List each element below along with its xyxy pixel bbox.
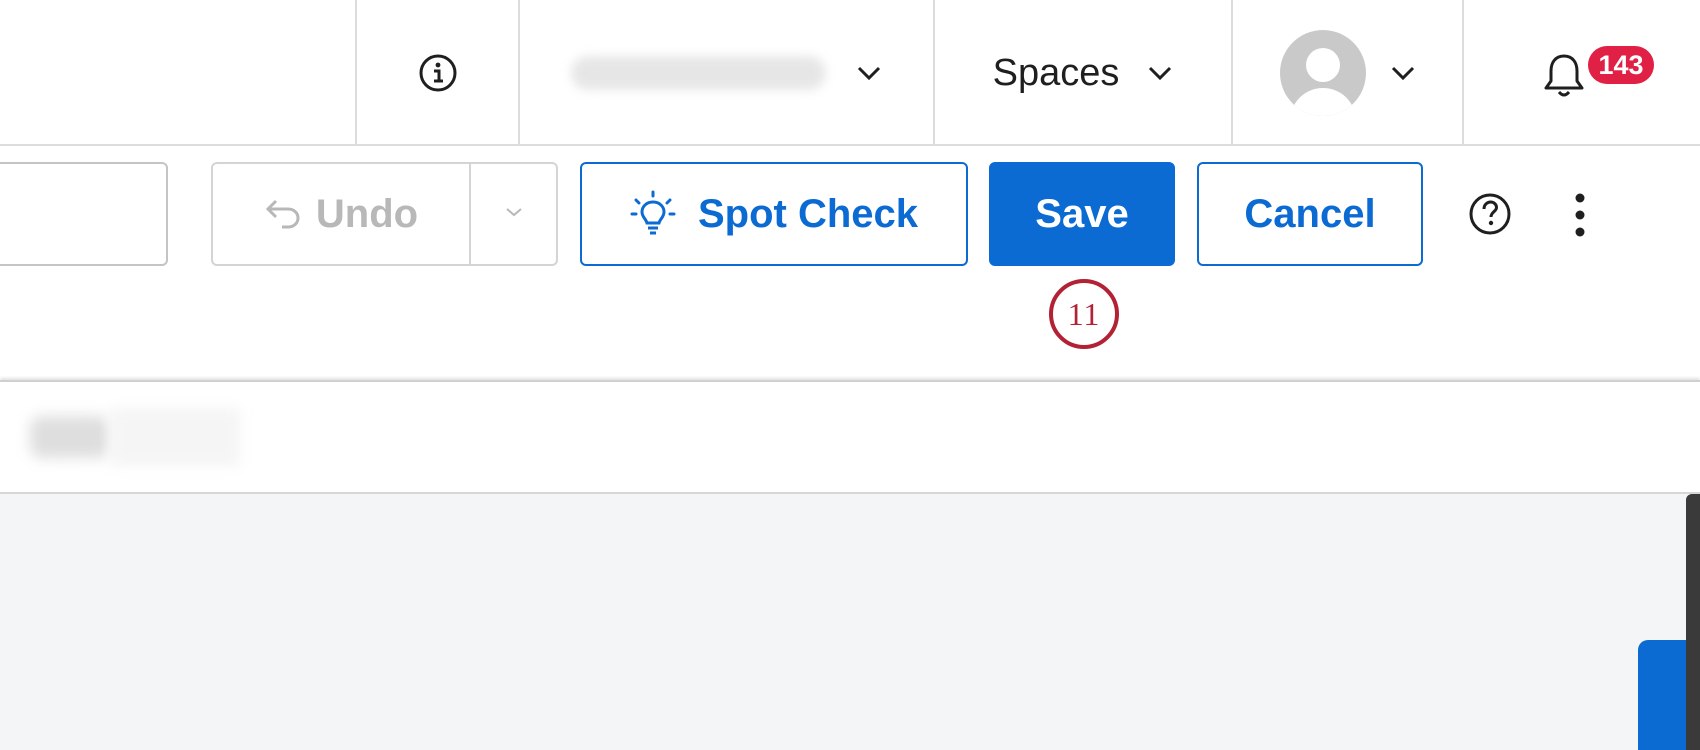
spot-check-label: Spot Check bbox=[697, 191, 919, 236]
step-number-marker: 11 bbox=[1049, 279, 1119, 349]
info-icon[interactable] bbox=[418, 53, 458, 93]
chevron-down-icon bbox=[504, 205, 524, 223]
bell-icon[interactable] bbox=[1542, 52, 1586, 105]
cancel-label: Cancel bbox=[1244, 191, 1376, 236]
undo-arrow-icon bbox=[264, 197, 302, 231]
help-icon[interactable] bbox=[1468, 192, 1512, 241]
avatar bbox=[1279, 30, 1366, 116]
side-panel-tab[interactable] bbox=[1638, 640, 1686, 750]
spot-check-button[interactable]: Spot Check bbox=[580, 162, 968, 266]
chevron-down-icon bbox=[856, 65, 882, 81]
undo-history-dropdown[interactable] bbox=[471, 164, 556, 264]
secondary-bar bbox=[0, 380, 1700, 494]
toolbar-field[interactable] bbox=[0, 162, 168, 266]
undo-group: Undo bbox=[211, 162, 558, 266]
brand-switcher[interactable] bbox=[518, 0, 933, 146]
content-area bbox=[0, 494, 1700, 750]
redacted-label bbox=[30, 416, 110, 458]
chevron-down-icon bbox=[1147, 65, 1173, 81]
save-label: Save bbox=[1035, 191, 1129, 236]
notification-count-badge: 143 bbox=[1588, 46, 1654, 84]
editor-toolbar: Undo Spot Check Save Cancel bbox=[0, 146, 1700, 380]
kebab-menu-icon[interactable] bbox=[1572, 192, 1588, 243]
brand-name-redacted bbox=[571, 56, 826, 90]
chevron-down-icon bbox=[1390, 65, 1416, 81]
undo-button[interactable]: Undo bbox=[213, 164, 471, 264]
save-button[interactable]: Save bbox=[989, 162, 1175, 266]
lightbulb-icon bbox=[630, 190, 676, 238]
undo-label: Undo bbox=[315, 191, 419, 236]
info-cell bbox=[355, 0, 518, 146]
redacted-area bbox=[110, 408, 240, 466]
notifications[interactable]: 143 bbox=[1462, 0, 1700, 146]
top-navigation-bar: Spaces 143 bbox=[0, 0, 1700, 146]
spaces-label: Spaces bbox=[992, 51, 1120, 94]
cancel-button[interactable]: Cancel bbox=[1197, 162, 1423, 266]
user-menu[interactable] bbox=[1231, 0, 1462, 146]
scrollbar[interactable] bbox=[1686, 494, 1700, 750]
spaces-menu[interactable]: Spaces bbox=[933, 0, 1231, 146]
